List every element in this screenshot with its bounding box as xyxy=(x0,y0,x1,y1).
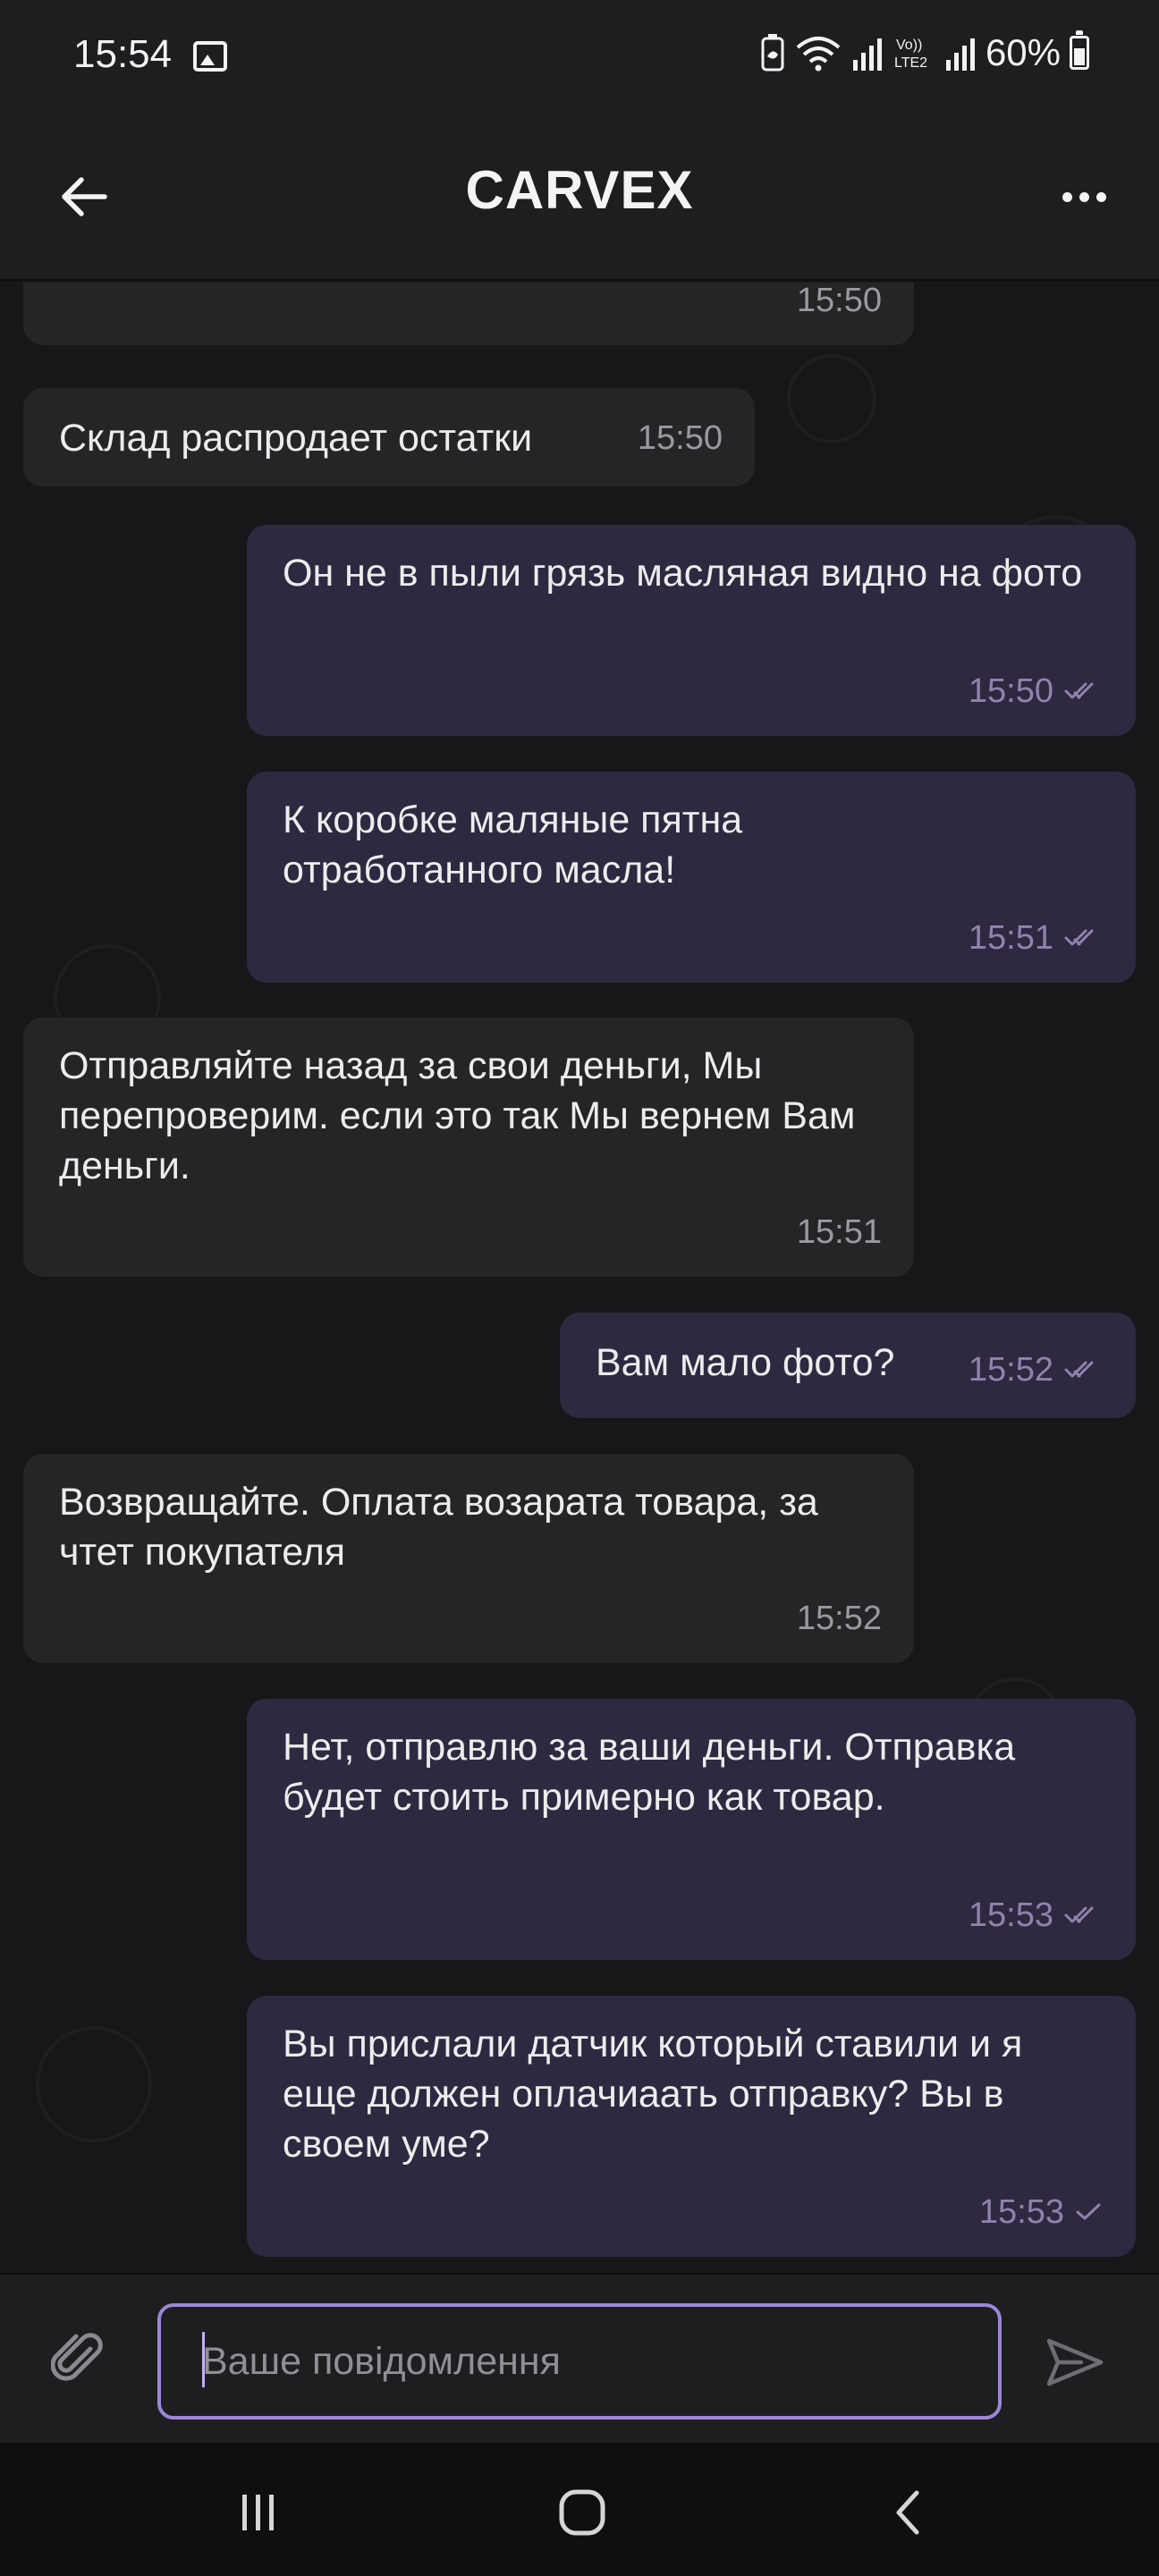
message-meta: 15:52 xyxy=(969,1345,1104,1395)
message-text: Вы прислали датчик который ставили и я е… xyxy=(283,2023,1023,2166)
message-bubble-incoming[interactable]: Отправляйте назад за свои деньги, Мы пер… xyxy=(23,1018,914,1277)
message-time: 15:50 xyxy=(796,283,882,319)
message-bubble-outgoing[interactable]: Вы прислали датчик который ставили и я е… xyxy=(247,1996,1136,2257)
message-meta: 15:52 xyxy=(797,1593,882,1643)
message-time: 15:52 xyxy=(968,1351,1053,1389)
message-bubble-outgoing[interactable]: Нет, отправлю за ваши деньги. Отправка б… xyxy=(247,1699,1136,1960)
more-options-button[interactable] xyxy=(1048,161,1120,232)
message-meta: 15:50 xyxy=(638,413,723,463)
message-text: К коробке маляные пятна отработанного ма… xyxy=(283,798,743,891)
message-bubble-outgoing[interactable]: Он не в пыли грязь масляная видно на фот… xyxy=(247,525,1136,736)
message-bubble-incoming[interactable]: Склад распродает остатки 15:50 xyxy=(23,388,755,486)
message-text: Склад распродает остатки xyxy=(59,417,533,460)
signal-icon xyxy=(852,38,882,71)
message-text: Он не в пыли грязь масляная видно на фот… xyxy=(283,552,1083,595)
volte-icon: Vo)) LTE2 xyxy=(894,38,927,71)
battery-saver-icon xyxy=(761,34,784,72)
send-button[interactable] xyxy=(1039,2327,1111,2398)
send-icon xyxy=(1046,2338,1104,2386)
signal-icon xyxy=(945,38,975,71)
message-time: 15:50 xyxy=(637,419,723,457)
message-text: Нет, отправлю за ваши деньги. Отправка б… xyxy=(283,1726,1016,1819)
message-bubble-incoming[interactable]: Возвращайте. Оплата возарата товара, за … xyxy=(23,1454,914,1663)
home-button[interactable] xyxy=(542,2477,622,2548)
home-icon xyxy=(559,2489,605,2536)
chat-header: CARVEX xyxy=(0,116,1159,281)
double-check-icon xyxy=(1064,680,1104,702)
wifi-icon xyxy=(796,37,841,72)
system-nav-bar xyxy=(0,2443,1159,2576)
battery-icon xyxy=(1070,30,1089,70)
message-time: 15:53 xyxy=(968,1896,1053,1934)
paperclip-icon xyxy=(51,2333,103,2381)
status-bar: 15:54 Vo)) LTE2 60% xyxy=(0,0,1159,116)
message-list[interactable]: 15:50 Склад распродает остатки 15:50 Он … xyxy=(0,283,1159,2273)
message-bubble-outgoing[interactable]: К коробке маляные пятна отработанного ма… xyxy=(247,772,1136,983)
attach-button[interactable] xyxy=(47,2327,111,2391)
message-input[interactable] xyxy=(157,2303,1002,2420)
check-icon xyxy=(1075,2201,1104,2223)
recents-icon xyxy=(242,2495,274,2530)
chat-title: CARVEX xyxy=(465,160,694,220)
text-cursor xyxy=(202,2332,205,2387)
message-bubble-outgoing[interactable]: Вам мало фото? 15:52 xyxy=(560,1313,1136,1418)
message-meta: 15:51 xyxy=(797,1207,882,1257)
message-time: 15:53 xyxy=(978,2193,1064,2231)
composer xyxy=(0,2273,1159,2443)
message-time: 15:50 xyxy=(968,672,1053,710)
battery-percent: 60% xyxy=(985,31,1061,73)
svg-text:LTE2: LTE2 xyxy=(894,55,927,71)
double-check-icon xyxy=(1064,1359,1104,1381)
more-horizontal-icon xyxy=(1062,191,1072,202)
image-icon xyxy=(193,41,227,72)
status-icons: Vo)) LTE2 60% xyxy=(760,30,1089,75)
svg-text:Vo)): Vo)) xyxy=(896,38,922,53)
message-text: Отправляйте назад за свои деньги, Мы пер… xyxy=(59,1044,856,1187)
message-meta: 15:50 xyxy=(797,283,882,325)
message-meta: 15:51 xyxy=(969,913,1104,963)
status-time: 15:54 xyxy=(73,32,173,76)
nav-back-button[interactable] xyxy=(867,2477,948,2548)
wallpaper-doodle xyxy=(787,354,876,443)
double-check-icon xyxy=(1064,927,1104,949)
message-text: Возвращайте. Оплата возарата товара, за … xyxy=(59,1481,818,1574)
message-meta: 15:53 xyxy=(969,1890,1104,1940)
wallpaper-doodle xyxy=(36,2026,152,2142)
message-meta: 15:50 xyxy=(969,666,1104,716)
message-bubble-incoming[interactable]: 15:50 xyxy=(23,283,914,345)
message-time: 15:52 xyxy=(796,1600,882,1637)
message-time: 15:51 xyxy=(796,1213,882,1251)
double-check-icon xyxy=(1064,1905,1104,1926)
message-time: 15:51 xyxy=(968,919,1053,957)
recents-button[interactable] xyxy=(218,2477,299,2548)
nav-back-icon xyxy=(896,2490,919,2535)
message-meta: 15:53 xyxy=(979,2187,1104,2237)
